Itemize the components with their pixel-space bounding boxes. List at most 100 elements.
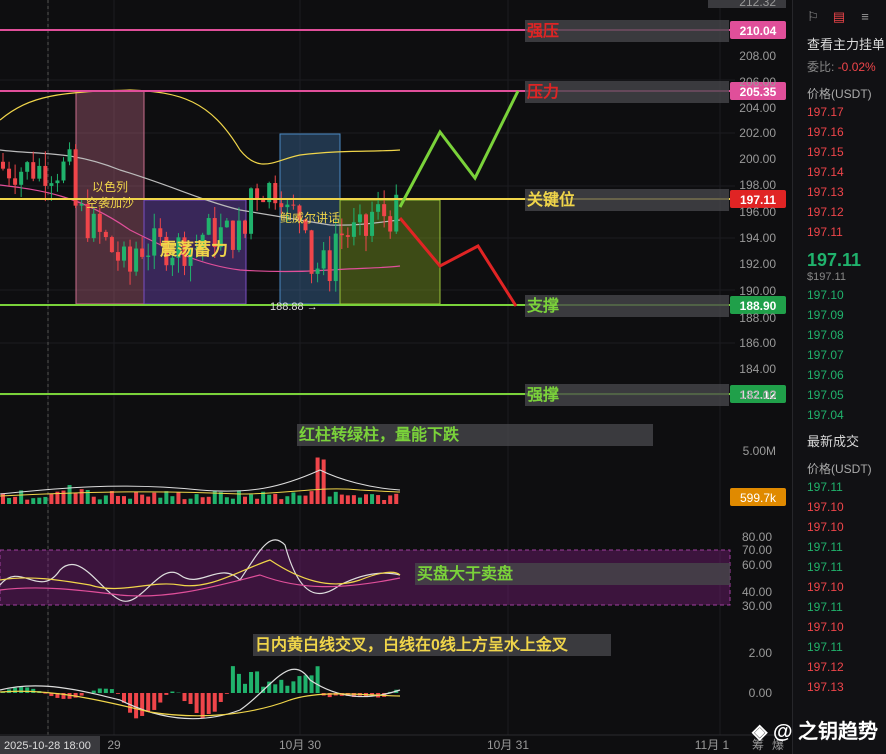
candle-body — [128, 246, 133, 272]
ask-row: 197.16 — [807, 125, 844, 139]
price-header: 价格(USDT) — [807, 87, 872, 101]
volume-bar — [285, 496, 290, 504]
powell-label: 鲍威尔讲话 — [280, 210, 340, 225]
price-tick: 198.00 — [739, 178, 776, 192]
volume-bar — [188, 498, 193, 504]
macd-bar — [134, 693, 139, 719]
candle-body — [243, 220, 247, 234]
price-tick: 202.00 — [739, 126, 776, 140]
macd-bar — [43, 693, 48, 694]
volume-bar — [333, 491, 338, 504]
time-label: 11月 1 — [695, 738, 730, 752]
macd-bar — [140, 693, 145, 716]
volume-bar — [13, 496, 18, 504]
candle-body — [394, 194, 399, 232]
trade-row: 197.11 — [807, 480, 843, 494]
macd-bar — [194, 693, 199, 714]
candle-body — [279, 203, 284, 208]
resist-label: 压力 — [527, 82, 559, 101]
macd-bar — [230, 666, 235, 693]
trade-row: 197.11 — [807, 640, 843, 654]
volume-bar — [91, 496, 96, 504]
candle-body — [236, 220, 241, 250]
volume-bar — [243, 496, 247, 504]
macd-bar — [19, 687, 24, 693]
candle-body — [230, 220, 235, 250]
price-tick: 186.00 — [739, 336, 776, 350]
price-tick: 200.00 — [739, 152, 776, 166]
volume-bar — [200, 497, 205, 504]
volume-bar — [134, 491, 139, 504]
volume-bar — [339, 494, 344, 504]
volume-bar — [218, 492, 223, 504]
candle-body — [115, 252, 120, 261]
rsi-tick: 30.00 — [742, 599, 772, 613]
candle-body — [357, 214, 362, 223]
candle-body — [224, 220, 229, 228]
last-price-usd: $197.11 — [807, 271, 846, 283]
volume-bar — [309, 491, 314, 504]
bid-row: 197.04 — [807, 408, 844, 422]
candle-body — [134, 248, 139, 272]
volume-bar — [370, 494, 375, 504]
trade-row: 197.11 — [807, 600, 843, 614]
trade-row: 197.11 — [807, 560, 843, 574]
volume-bar — [140, 494, 145, 504]
macd-bar — [315, 666, 320, 693]
trade-row: 197.10 — [807, 520, 844, 534]
candle-body — [25, 162, 30, 172]
candle-body — [370, 211, 375, 236]
macd-bar — [188, 693, 193, 704]
panel-title[interactable]: 查看主力挂单 — [793, 34, 886, 53]
candle-body — [109, 237, 114, 253]
candle-body — [61, 161, 66, 181]
volume-bar — [303, 495, 308, 504]
volume-bar — [297, 495, 302, 504]
volume-badge: 599.7k — [740, 491, 777, 505]
low-label: 188.88 → — [270, 301, 318, 313]
macd-tick: 0.00 — [749, 686, 773, 700]
volume-bar — [37, 497, 42, 504]
list-icon[interactable]: ≡ — [857, 9, 873, 25]
macd-bar — [212, 693, 217, 712]
candle-body — [31, 162, 36, 179]
price-tick: 204.00 — [739, 101, 776, 115]
volume-bar — [128, 498, 133, 504]
trade-row: 197.10 — [807, 500, 844, 514]
macd-bar — [164, 693, 169, 695]
flag-icon[interactable]: ⚐ — [805, 9, 821, 25]
volume-bar — [25, 499, 30, 504]
candle-body — [291, 204, 296, 206]
bid-row: 197.10 — [807, 288, 844, 302]
volume-bar — [224, 497, 229, 504]
ratio-value: -0.02% — [837, 60, 876, 74]
candlestick-chart[interactable]: 强压 210.04压力 205.35关键位 197.11支撑 188.90强撑 182.1… — [0, 0, 790, 754]
bid-row: 197.08 — [807, 328, 844, 342]
cursor-time: 2025-10-28 18:00 — [4, 740, 91, 752]
volume-bar — [291, 492, 296, 504]
macd-bar — [109, 689, 114, 693]
volume-bar — [345, 495, 350, 504]
macd-bar — [218, 693, 223, 702]
candle-body — [43, 165, 48, 186]
ask-row: 197.12 — [807, 205, 844, 219]
time-label: 29 — [107, 738, 121, 752]
candle-body — [13, 178, 18, 185]
candle-body — [73, 149, 78, 206]
volume-bar — [357, 497, 362, 504]
bid-row: 197.07 — [807, 348, 844, 362]
trades-title[interactable]: 最新成交 — [793, 431, 886, 450]
candle-body — [309, 230, 314, 274]
candle-body — [388, 216, 393, 232]
volume-bar — [146, 496, 151, 504]
israel-label-2: 空袭加沙 — [86, 195, 134, 210]
time-label: 10月 31 — [487, 738, 529, 752]
ask-row: 197.11 — [807, 225, 843, 239]
candle-body — [339, 233, 344, 236]
price-tick: 192.00 — [739, 257, 776, 271]
macd-bar — [255, 671, 260, 693]
rsi-tick: 40.00 — [742, 585, 772, 599]
book-icon[interactable]: ▤ — [831, 9, 847, 25]
volume-bar — [109, 490, 114, 504]
macd-bar — [291, 681, 296, 693]
